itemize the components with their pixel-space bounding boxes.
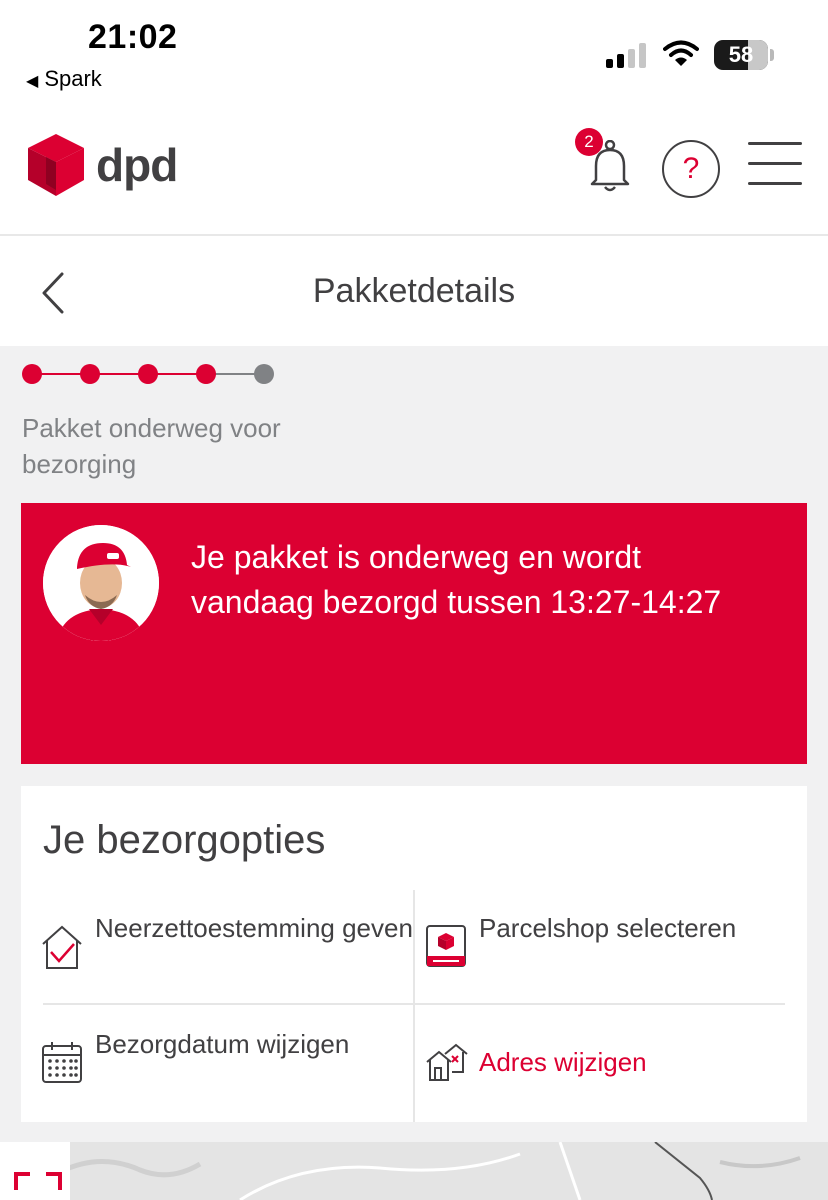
battery-icon: 58 (714, 40, 768, 70)
option-change-date[interactable]: Bezorgdatum wijzigen (41, 1026, 413, 1138)
delivery-options-card: Je bezorgopties Neerzettoestemming geven… (21, 786, 807, 1122)
notification-badge: 2 (575, 128, 603, 156)
progress-step-pending (254, 364, 274, 384)
courier-avatar (43, 525, 159, 641)
delivery-message: Je pakket is onderweg en wordt vandaag b… (191, 539, 722, 620)
progress-step-done (22, 364, 42, 384)
status-label: Pakket onderweg voor bezorging (22, 413, 281, 479)
option-label: Parcelshop selecteren (479, 913, 737, 943)
app-header: dpd 2 ? (0, 110, 828, 236)
calendar-icon (42, 1042, 82, 1083)
progress-step-done (196, 364, 216, 384)
house-check-icon (42, 925, 82, 969)
wifi-icon (663, 40, 699, 66)
dpd-logo-text: dpd (96, 139, 178, 191)
option-drop-permission[interactable]: Neerzettoestemming geven (41, 910, 413, 1022)
option-label: Neerzettoestemming geven (95, 913, 413, 943)
content-area: Pakket onderweg voor bezorging Je pakket… (0, 346, 828, 1200)
progress-step-done (80, 364, 100, 384)
dpd-cube-logo-icon[interactable] (28, 134, 84, 196)
option-label: Adres wijzigen (479, 1047, 647, 1077)
battery-level: 58 (728, 42, 754, 67)
page-title: Pakketdetails (312, 272, 516, 310)
parcelshop-icon (426, 925, 466, 967)
divider (413, 890, 415, 1122)
delivery-options-title: Je bezorgopties (43, 818, 326, 862)
back-app-label: Spark (44, 66, 102, 91)
map-preview[interactable] (0, 1142, 828, 1200)
hamburger-menu-icon[interactable] (748, 142, 802, 186)
back-to-app-link[interactable]: ◀ Spark (26, 66, 102, 92)
status-bar: 21:02 ◀ Spark 58 (0, 0, 828, 110)
option-label: Bezorgdatum wijzigen (95, 1029, 350, 1059)
change-address-icon (426, 1043, 468, 1081)
progress-stepper (22, 364, 274, 384)
clock: 21:02 (88, 18, 178, 56)
cellular-signal-icon (606, 42, 648, 68)
delivery-message-card: Je pakket is onderweg en wordt vandaag b… (21, 503, 807, 764)
option-change-address[interactable]: Adres wijzigen (425, 1026, 797, 1138)
back-triangle-icon: ◀ (26, 73, 39, 90)
option-parcelshop[interactable]: Parcelshop selecteren (425, 910, 797, 1022)
page-title-bar: Pakketdetails (0, 238, 828, 346)
help-button[interactable]: ? (662, 140, 720, 198)
progress-step-done (138, 364, 158, 384)
